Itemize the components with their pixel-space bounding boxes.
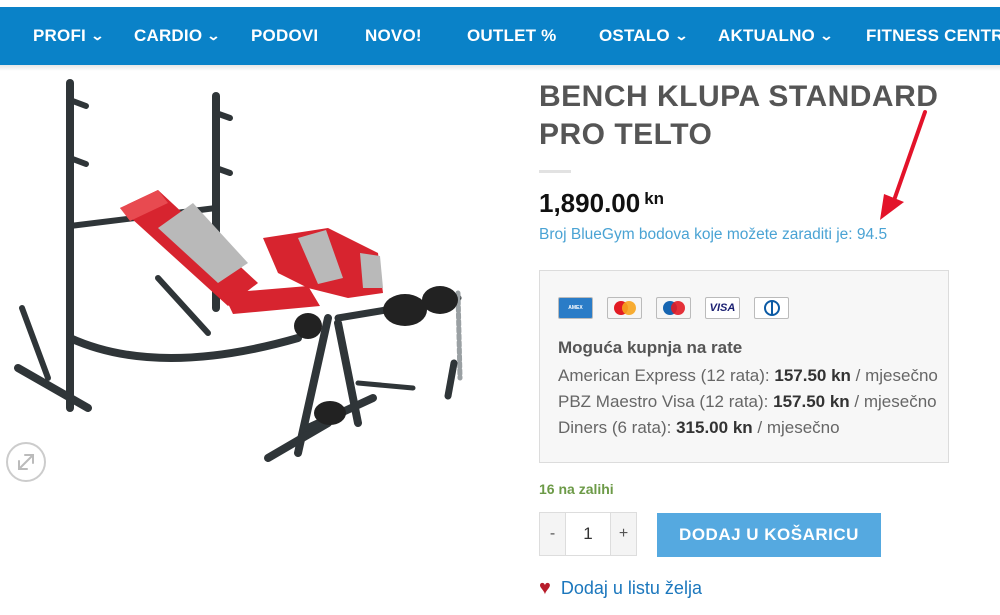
product-price: 1,890.00 kn (539, 188, 664, 219)
nav-item-novo[interactable]: NOVO! (365, 7, 422, 65)
nav-item-ostalo[interactable]: OSTALO ⌄ (599, 7, 689, 65)
maestro-card-icon (656, 297, 691, 319)
installment-amount: 157.50 kn (773, 392, 850, 411)
visa-card-icon: VISA (705, 297, 740, 319)
installment-prefix: PBZ Maestro Visa (12 rata): (558, 392, 774, 411)
nav-item-podovi[interactable]: PODOVI (251, 7, 318, 65)
nav-item-label: AKTUALNO (718, 26, 815, 45)
installment-amount: 157.50 kn (774, 366, 851, 385)
installment-line-amex: American Express (12 rata): 157.50 kn / … (558, 366, 938, 386)
quantity-stepper: - 1 + (539, 512, 637, 556)
zoom-button[interactable] (6, 442, 46, 482)
heart-icon: ♥ (539, 577, 551, 599)
quantity-decrease-button[interactable]: - (540, 513, 565, 555)
chevron-down-icon: ⌄ (90, 28, 105, 43)
installment-line-diners: Diners (6 rata): 315.00 kn / mjesečno (558, 418, 840, 438)
nav-item-label: OSTALO (599, 26, 670, 45)
installment-suffix: / mjesečno (752, 418, 840, 437)
quantity-input[interactable]: 1 (565, 513, 611, 555)
installment-suffix: / mjesečno (850, 366, 938, 385)
product-image[interactable] (8, 78, 478, 468)
title-divider (539, 170, 571, 173)
mastercard-icon (607, 297, 642, 319)
wishlist-label: Dodaj u listu želja (560, 578, 702, 598)
wishlist-link[interactable]: ♥ Dodaj u listu želja (539, 577, 702, 600)
nav-item-label: FITNESS CENTRI (866, 26, 1000, 45)
nav-item-label: PROFI (33, 26, 86, 45)
nav-item-label: NOVO! (365, 26, 422, 45)
nav-item-aktualno[interactable]: AKTUALNO ⌄ (718, 7, 834, 65)
main-navigation: PROFI ⌄ CARDIO ⌄ PODOVI NOVO! OUTLET % OST… (0, 7, 1000, 65)
installments-box: AMEX VISA Moguća kupnja na rate American… (539, 270, 949, 463)
price-currency: kn (644, 189, 665, 208)
chevron-down-icon: ⌄ (674, 28, 689, 43)
nav-item-profi[interactable]: PROFI ⌄ (33, 7, 105, 65)
chevron-down-icon: ⌄ (206, 28, 222, 43)
nav-shadow (0, 65, 1000, 71)
price-value: 1,890.00 (539, 188, 641, 218)
diners-card-icon (754, 297, 789, 319)
installment-suffix: / mjesečno (849, 392, 937, 411)
nav-item-label: PODOVI (251, 26, 319, 45)
nav-item-label: OUTLET % (467, 26, 557, 45)
installment-prefix: American Express (12 rata): (558, 366, 775, 385)
nav-item-label: CARDIO (134, 26, 203, 45)
red-arrow-annotation (880, 110, 927, 220)
installments-title: Moguća kupnja na rate (558, 338, 743, 357)
nav-item-fitness-centri[interactable]: FITNESS CENTRI (866, 7, 1000, 65)
installment-amount: 315.00 kn (676, 418, 753, 437)
loyalty-points-text: Broj BlueGym bodova koje možete zaraditi… (539, 226, 888, 243)
quantity-increase-button[interactable]: + (611, 513, 636, 555)
amex-card-icon: AMEX (558, 297, 593, 319)
installment-prefix: Diners (6 rata): (558, 418, 677, 437)
payment-cards: AMEX VISA (558, 297, 789, 319)
stock-status: 16 na zalihi (539, 481, 614, 497)
nav-item-cardio[interactable]: CARDIO ⌄ (134, 7, 222, 65)
nav-item-outlet[interactable]: OUTLET % (467, 7, 556, 65)
top-strip (0, 0, 1000, 7)
expand-icon (18, 454, 34, 470)
chevron-down-icon: ⌄ (819, 28, 834, 43)
add-to-cart-button[interactable]: DODAJ U KOŠARICU (657, 513, 881, 557)
installment-line-pbz: PBZ Maestro Visa (12 rata): 157.50 kn / … (558, 392, 937, 412)
